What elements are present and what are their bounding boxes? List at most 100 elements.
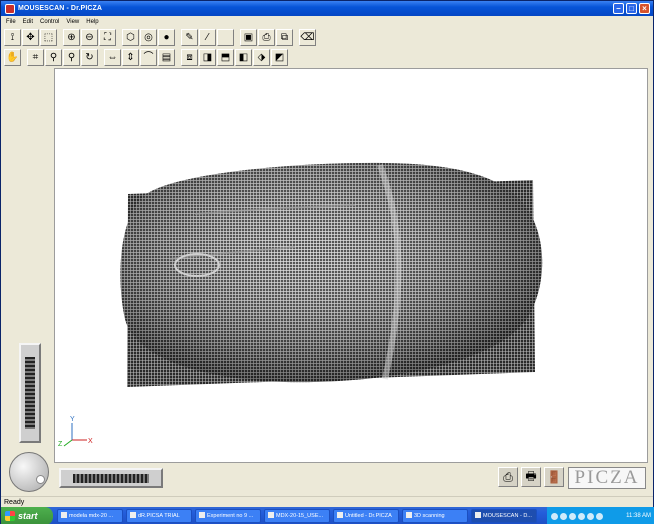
menu-help[interactable]: Help bbox=[86, 19, 98, 25]
main-toolbar: ⟟ ✥ ⬚ ⊕ ⊖ ⛶ ⬡ ◎ ● ✎ ⁄ ▣ ⎙ ⧉ ⌫ bbox=[4, 28, 316, 47]
cube-button[interactable]: ▣ bbox=[240, 29, 257, 46]
taskbar-item-label: MDX-20-15_USE... bbox=[276, 513, 324, 519]
maximize-button[interactable]: □ bbox=[626, 3, 637, 14]
tray-icon[interactable] bbox=[587, 512, 594, 520]
zoom-fit-button[interactable]: ⛶ bbox=[99, 29, 116, 46]
menu-file[interactable]: File bbox=[6, 19, 16, 25]
menu-bar: File Edit Control View Help bbox=[1, 16, 653, 27]
view-iso-button[interactable]: ⬗ bbox=[253, 49, 270, 66]
blank-button[interactable] bbox=[217, 29, 234, 46]
crop-button[interactable]: ⌗ bbox=[27, 49, 44, 66]
layer-button[interactable]: ⧈ bbox=[181, 49, 198, 66]
taskbar-item[interactable]: MOUSESCAN - D... bbox=[471, 509, 537, 523]
view-front-button[interactable]: ◨ bbox=[199, 49, 216, 66]
rotation-knob[interactable] bbox=[9, 452, 49, 492]
taskbar-item[interactable]: Untitled - Dr.PICZA bbox=[333, 509, 399, 523]
taskbar-item[interactable]: modela mdx-20 ... bbox=[57, 509, 123, 523]
view-top-button[interactable]: ⬒ bbox=[217, 49, 234, 66]
view-iso-icon: ⬗ bbox=[257, 51, 266, 63]
horizontal-rotation-slider[interactable] bbox=[59, 468, 163, 488]
taskbar-item[interactable]: dR.PICSA TRIAL bbox=[126, 509, 192, 523]
eraser-icon: ⌫ bbox=[300, 31, 315, 43]
close-button[interactable]: × bbox=[639, 3, 650, 14]
tray-icon[interactable] bbox=[569, 512, 576, 520]
axis-z-label: Z bbox=[58, 441, 63, 448]
magnify-icon: ⚲ bbox=[49, 51, 58, 63]
shade-button[interactable]: ◎ bbox=[140, 29, 157, 46]
title-bar[interactable]: MOUSESCAN - Dr.PICZA – □ × bbox=[1, 1, 653, 16]
zoom-out-button[interactable]: ⊖ bbox=[81, 29, 98, 46]
bottom-control-pane: ⎙ 🖶 🚪 PICZA bbox=[54, 463, 648, 495]
knob-marker bbox=[36, 475, 45, 484]
section-button[interactable]: ▤ bbox=[158, 49, 175, 66]
pan-icon: ✥ bbox=[26, 31, 35, 43]
minimize-button[interactable]: – bbox=[613, 3, 624, 14]
section-icon: ▤ bbox=[161, 51, 172, 63]
view-side-button[interactable]: ◧ bbox=[235, 49, 252, 66]
menu-control[interactable]: Control bbox=[40, 19, 59, 25]
window-icon bbox=[337, 512, 343, 518]
menu-view[interactable]: View bbox=[66, 19, 79, 25]
warp-button[interactable]: ⌒ bbox=[140, 49, 157, 66]
window-icon bbox=[268, 512, 274, 518]
eraser-button[interactable]: ⌫ bbox=[299, 29, 316, 46]
menu-edit[interactable]: Edit bbox=[23, 19, 33, 25]
rotate-icon: ↻ bbox=[85, 51, 94, 63]
taskbar-item-label: Untitled - Dr.PICZA bbox=[345, 513, 392, 519]
tray-icon[interactable] bbox=[596, 512, 603, 520]
mirror-y-button[interactable]: ⇕ bbox=[122, 49, 139, 66]
wireframe-button[interactable]: ⬡ bbox=[122, 29, 139, 46]
3d-viewport[interactable]: Y X Z bbox=[54, 68, 648, 463]
rotate-button[interactable]: ↻ bbox=[81, 49, 98, 66]
taskbar-item[interactable]: MDX-20-15_USE... bbox=[264, 509, 330, 523]
tray-icon[interactable] bbox=[560, 512, 567, 520]
mesh-render: Y X Z bbox=[58, 162, 543, 448]
warp-icon: ⌒ bbox=[143, 51, 154, 63]
mirror-x-button[interactable]: ⇔ bbox=[104, 49, 121, 66]
shade-icon: ◎ bbox=[144, 31, 153, 43]
start-button[interactable]: start bbox=[1, 507, 53, 524]
taskbar-item[interactable]: Experiment no 9 ... bbox=[195, 509, 261, 523]
pen-icon: ✎ bbox=[185, 31, 194, 43]
pointer-button[interactable]: ⟟ bbox=[4, 29, 21, 46]
pen-button[interactable]: ✎ bbox=[181, 29, 198, 46]
vertical-rotation-slider[interactable] bbox=[19, 343, 41, 443]
brush-button[interactable]: ⁄ bbox=[199, 29, 216, 46]
zoom-in-icon: ⊕ bbox=[67, 31, 76, 43]
window-icon bbox=[61, 512, 67, 518]
taskbar-item[interactable]: 3D scanning bbox=[402, 509, 468, 523]
app-icon bbox=[5, 3, 15, 14]
exit-door-icon[interactable]: 🚪 bbox=[544, 467, 564, 487]
picza-logo: PICZA bbox=[568, 467, 646, 489]
window-icon bbox=[130, 512, 136, 518]
taskbar-buttons: modela mdx-20 ... dR.PICSA TRIAL Experimen… bbox=[57, 509, 537, 523]
pan-button[interactable]: ✥ bbox=[22, 29, 39, 46]
taskbar-item-label: 3D scanning bbox=[414, 513, 445, 519]
zoom-fit-icon: ⛶ bbox=[104, 31, 111, 43]
windows-logo-icon bbox=[5, 511, 15, 521]
print-icon[interactable]: 🖶 bbox=[521, 467, 541, 487]
tray-icon[interactable] bbox=[551, 512, 558, 520]
scanner-icon[interactable]: ⎙ bbox=[498, 467, 518, 487]
zoom-in-button[interactable]: ⊕ bbox=[63, 29, 80, 46]
view-top-icon: ⬒ bbox=[220, 51, 231, 63]
hand-button[interactable]: ✋ bbox=[4, 49, 21, 66]
zoom-region-icon: ⚲ bbox=[67, 51, 76, 63]
print-preview-button[interactable]: ⎙ bbox=[258, 29, 275, 46]
mirror-x-icon: ⇔ bbox=[107, 51, 118, 63]
print-preview-icon: ⎙ bbox=[262, 31, 271, 43]
zoom-region-button[interactable]: ⚲ bbox=[63, 49, 80, 66]
view-back-button[interactable]: ◩ bbox=[271, 49, 288, 66]
slider-track bbox=[25, 357, 35, 429]
select-button[interactable]: ⬚ bbox=[40, 29, 57, 46]
magnify-button[interactable]: ⚲ bbox=[45, 49, 62, 66]
select-icon: ⬚ bbox=[43, 31, 54, 43]
scan-icon: ⧉ bbox=[280, 31, 289, 43]
view-side-icon: ◧ bbox=[238, 51, 249, 63]
scan-button[interactable]: ⧉ bbox=[276, 29, 293, 46]
sphere-button[interactable]: ● bbox=[158, 29, 175, 46]
tray-icon[interactable] bbox=[578, 512, 585, 520]
zoom-out-icon: ⊖ bbox=[85, 31, 94, 43]
windows-taskbar: start modela mdx-20 ... dR.PICSA TRIAL Exp… bbox=[1, 507, 654, 524]
sphere-icon: ● bbox=[163, 31, 170, 43]
